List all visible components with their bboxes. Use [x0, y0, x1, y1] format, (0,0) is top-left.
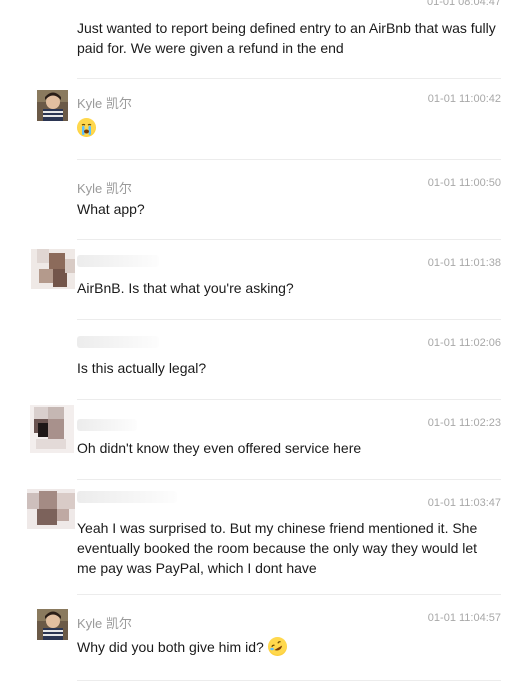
avatar-photo-icon: [37, 609, 68, 640]
message-text: Just wanted to report being defined entr…: [77, 20, 496, 56]
message-item: Kyle 凯尔 01-01 11:00:42: [0, 79, 521, 160]
message-timestamp: 01-01 11:00:42: [427, 93, 501, 105]
message-text: AirBnB. Is that what you're asking?: [77, 280, 294, 296]
message-text: Yeah I was surprised to. But my chinese …: [77, 520, 478, 576]
sender-name-blurred: [77, 491, 177, 503]
message-item: Kyle 凯尔 01-01 11:00:50 What app?: [0, 159, 521, 240]
message-item: Kyle 凯尔 01-01 11:04:57 Why did you both …: [0, 594, 521, 687]
message-text: Oh didn't know they even offered service…: [77, 440, 362, 456]
sender-name: Kyle 凯尔: [77, 181, 132, 196]
message-timestamp: 01-01 08:04:47: [426, 0, 501, 8]
message-timestamp: 01-01 11:02:23: [427, 417, 501, 429]
message-timestamp: 01-01 11:03:47: [427, 497, 501, 509]
crying-face-emoji-icon: [77, 118, 96, 137]
avatar-blurred[interactable]: [30, 405, 74, 453]
sender-name-blurred: [77, 336, 159, 348]
rolling-laughing-emoji-icon: [267, 637, 287, 656]
message-text: Is this actually legal?: [77, 360, 207, 376]
message-text: [77, 118, 497, 138]
message-text: Why did you both give him id?: [77, 639, 264, 655]
avatar-blurred[interactable]: [31, 249, 75, 289]
sender-name: Kyle 凯尔: [77, 616, 132, 631]
divider: [77, 680, 501, 681]
sender-name: Kyle 凯尔: [77, 96, 132, 111]
message-item: 01-01 11:02:23 Oh didn't know they even …: [0, 399, 521, 480]
message-timestamp: 01-01 11:04:57: [427, 612, 501, 624]
blurred-avatar-icon: [27, 489, 75, 529]
message-item: 01-01 11:03:47 Yeah I was surprised to. …: [0, 479, 521, 595]
avatar-blurred[interactable]: [27, 489, 75, 529]
sender-name-blurred: [77, 255, 159, 267]
avatar[interactable]: [37, 90, 68, 121]
sender-name-blurred: [77, 419, 137, 431]
message-timestamp: 01-01 11:02:06: [427, 337, 501, 349]
blurred-avatar-icon: [31, 249, 75, 289]
message-item: 01-01 08:04:47 Just wanted to report bei…: [0, 0, 521, 79]
message-timestamp: 01-01 11:01:38: [427, 257, 501, 269]
message-text-row: Why did you both give him id?: [77, 637, 497, 657]
message-item: 01-01 11:02:06 Is this actually legal?: [0, 319, 521, 400]
blurred-avatar-icon: [30, 405, 74, 453]
message-timestamp: 01-01 11:00:50: [427, 177, 501, 189]
avatar[interactable]: [37, 609, 68, 640]
message-item: 01-01 11:01:38 AirBnB. Is that what you'…: [0, 239, 521, 320]
avatar-photo-icon: [37, 90, 68, 121]
message-text: What app?: [77, 201, 145, 217]
